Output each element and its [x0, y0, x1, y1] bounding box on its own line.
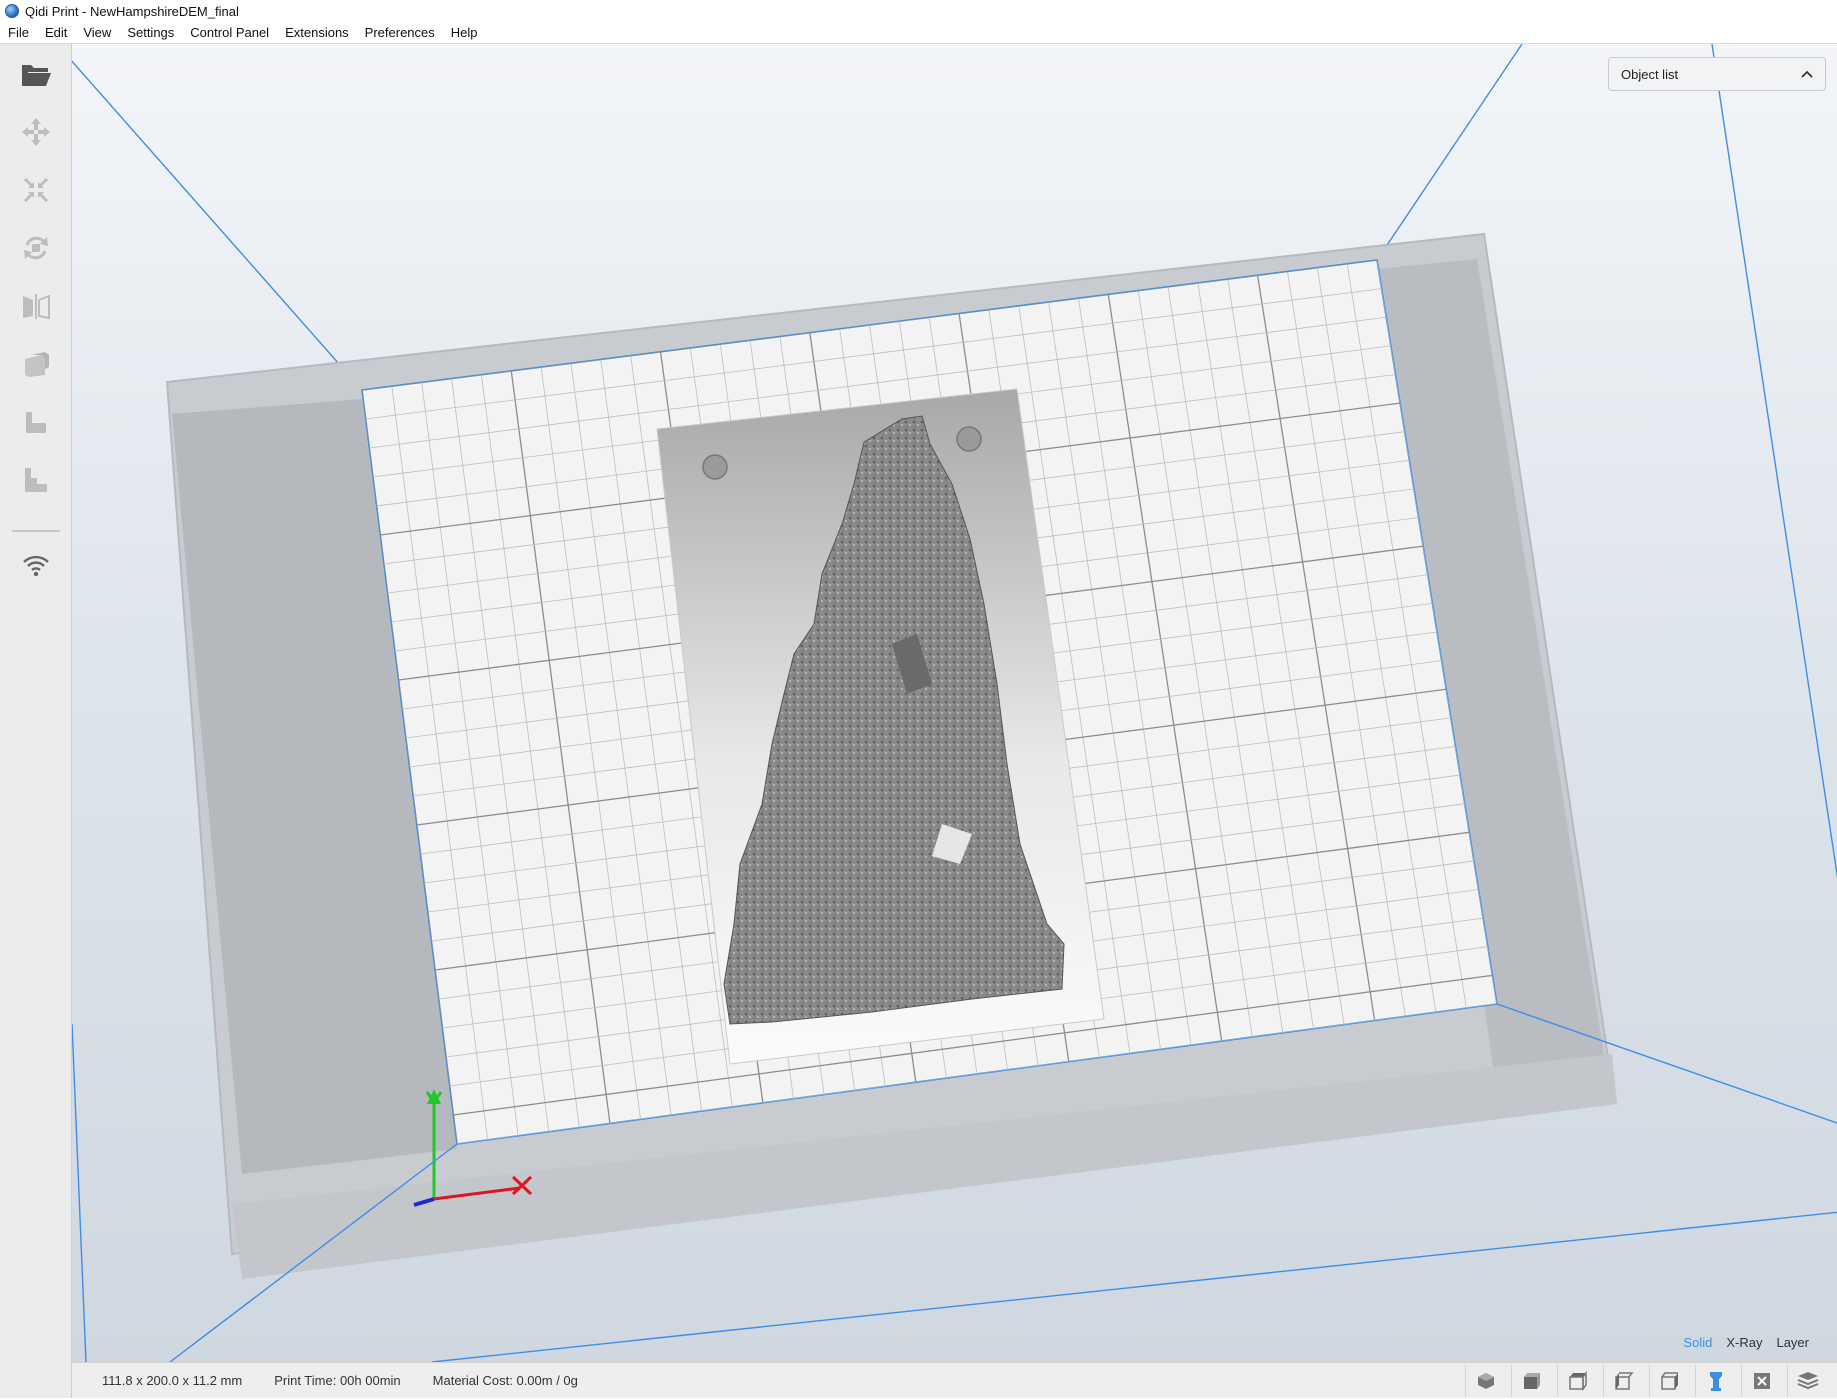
material-cost: Material Cost: 0.00m / 0g	[432, 1373, 578, 1388]
object-list-label: Object list	[1621, 66, 1679, 82]
support-blocker-icon	[26, 412, 46, 433]
app-logo-icon	[5, 4, 19, 18]
xray-view-icon	[1753, 1373, 1770, 1389]
menu-bar: File Edit View Settings Control Panel Ex…	[0, 22, 1837, 44]
mirror-icon	[23, 294, 50, 320]
rotate-tool-button[interactable]	[16, 228, 56, 268]
solid-view-icon	[1709, 1372, 1722, 1391]
3d-viewport[interactable]: Object list Solid X-Ray Layer	[72, 44, 1837, 1362]
wifi-icon	[23, 555, 49, 577]
menu-preferences[interactable]: Preferences	[357, 22, 443, 44]
open-folder-icon	[22, 65, 51, 86]
chevron-up-icon	[1801, 70, 1813, 78]
open-file-button[interactable]	[16, 54, 56, 94]
menu-edit[interactable]: Edit	[37, 22, 75, 44]
view-left-button[interactable]	[1603, 1365, 1643, 1397]
menu-file[interactable]: File	[0, 22, 37, 44]
move-tool-button[interactable]	[16, 112, 56, 152]
3d-view-icon	[1477, 1373, 1494, 1389]
view-mode-layer[interactable]: Layer	[1776, 1335, 1809, 1350]
rotate-icon	[24, 236, 48, 260]
per-model-settings-button[interactable]	[16, 344, 56, 384]
object-list-dropdown[interactable]: Object list	[1608, 57, 1826, 91]
scale-tool-button[interactable]	[16, 170, 56, 210]
front-view-icon	[1523, 1373, 1540, 1389]
view-mode-tabs: Solid X-Ray Layer	[1683, 1335, 1809, 1350]
per-model-settings-icon	[25, 352, 49, 377]
view-layer-button[interactable]	[1787, 1365, 1827, 1397]
camera-view-buttons	[1465, 1363, 1827, 1399]
view-front-button[interactable]	[1511, 1365, 1551, 1397]
layer-view-icon	[1797, 1372, 1818, 1390]
view-mode-xray[interactable]: X-Ray	[1726, 1335, 1762, 1350]
top-view-icon	[1568, 1371, 1587, 1391]
status-bar: 111.8 x 200.0 x 11.2 mm Print Time: 00h …	[72, 1362, 1837, 1398]
network-printer-button[interactable]	[16, 546, 56, 586]
toolbar-divider	[12, 530, 60, 532]
view-xray-button[interactable]	[1741, 1365, 1781, 1397]
menu-view[interactable]: View	[75, 22, 119, 44]
window-title: Qidi Print - NewHampshireDEM_final	[25, 3, 239, 19]
move-icon	[22, 118, 50, 146]
view-mode-solid[interactable]: Solid	[1683, 1335, 1712, 1350]
build-plate-scene[interactable]	[72, 44, 1837, 1362]
menu-control-panel[interactable]: Control Panel	[182, 22, 277, 44]
menu-extensions[interactable]: Extensions	[277, 22, 357, 44]
view-right-button[interactable]	[1649, 1365, 1689, 1397]
right-view-icon	[1660, 1372, 1678, 1390]
support-blocker-button[interactable]	[16, 402, 56, 442]
view-3d-button[interactable]	[1465, 1365, 1505, 1397]
print-time: Print Time: 00h 00min	[274, 1373, 401, 1388]
menu-settings[interactable]: Settings	[119, 22, 182, 44]
scale-icon	[23, 177, 49, 203]
layer-tool-button[interactable]	[16, 460, 56, 500]
view-top-button[interactable]	[1557, 1365, 1597, 1397]
layer-icon	[25, 468, 47, 492]
view-solid-button[interactable]	[1695, 1365, 1735, 1397]
mirror-tool-button[interactable]	[16, 286, 56, 326]
left-view-icon	[1614, 1372, 1633, 1390]
menu-help[interactable]: Help	[443, 22, 486, 44]
left-toolbar	[0, 44, 72, 1398]
model-dimensions: 111.8 x 200.0 x 11.2 mm	[102, 1373, 243, 1388]
title-bar: Qidi Print - NewHampshireDEM_final	[0, 0, 1837, 22]
